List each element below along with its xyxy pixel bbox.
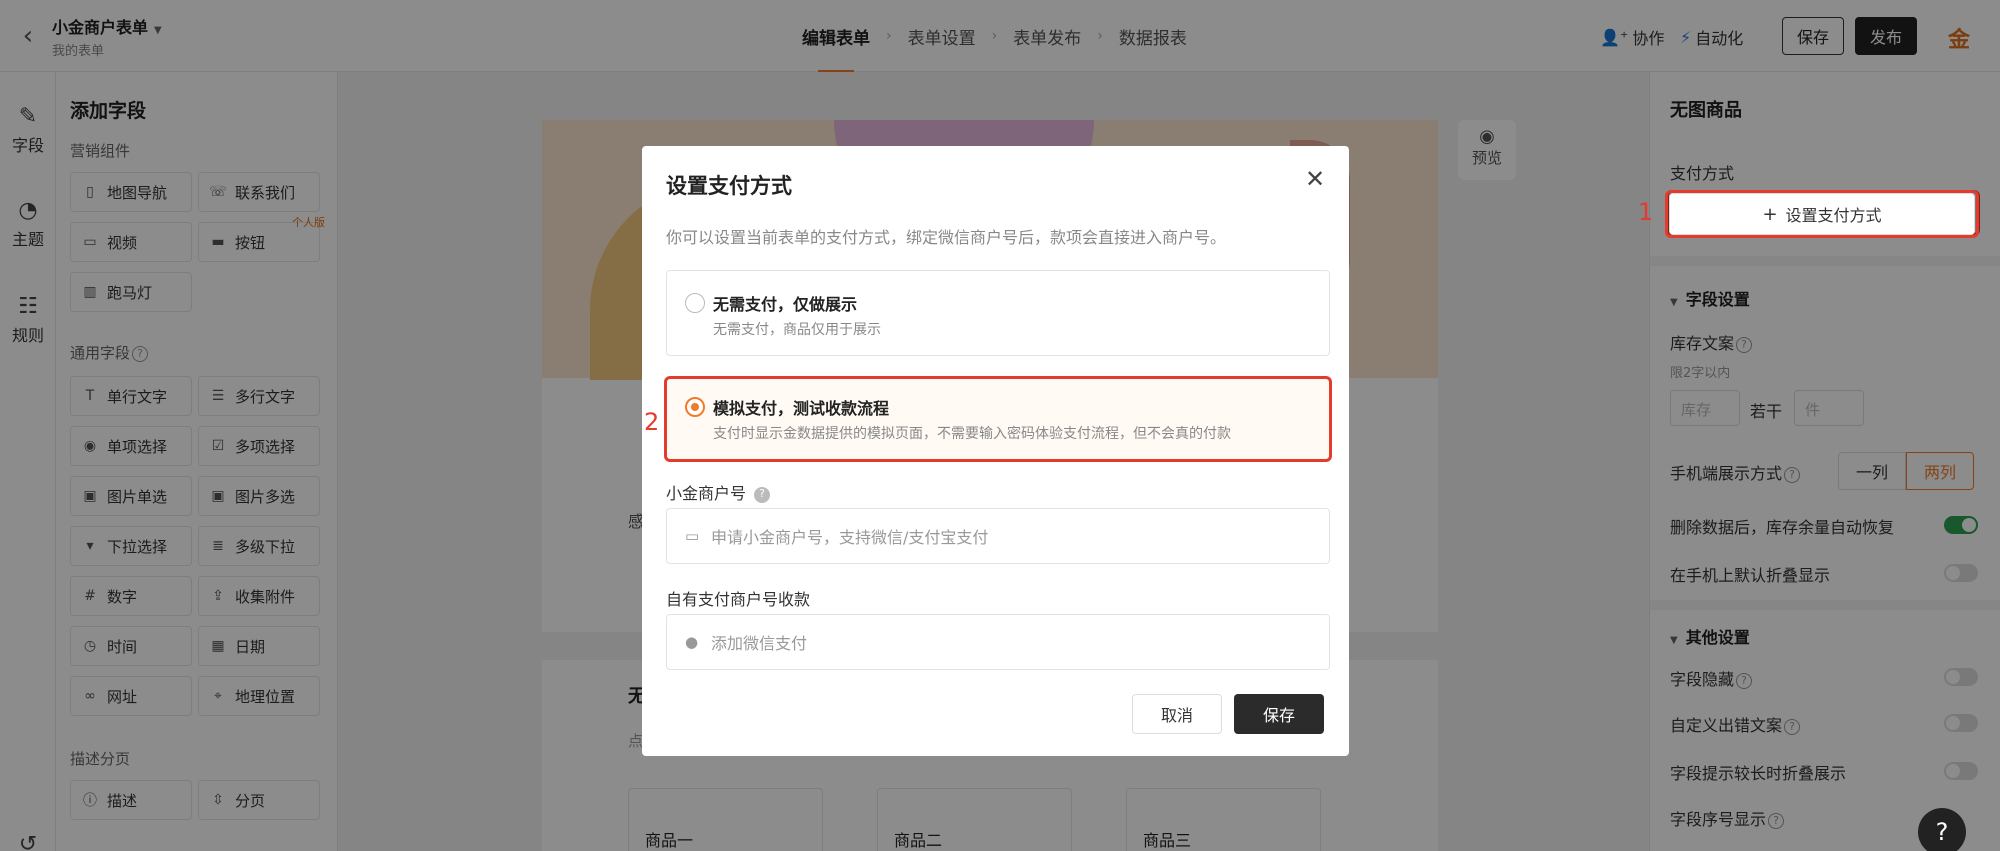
dialog-description: 你可以设置当前表单的支付方式，绑定微信商户号后，款项会直接进入商户号。 [666, 228, 1227, 247]
help-button[interactable]: ? [1918, 808, 1966, 851]
annotation-1: 1 [1638, 198, 1654, 226]
option-desc: 无需支付，商品仅用于展示 [713, 322, 881, 338]
wechat-icon: ● [685, 633, 699, 651]
help-icon[interactable]: ? [754, 486, 771, 503]
own-merchant-label: 自有支付商户号收款 [666, 590, 811, 609]
option-no-payment[interactable]: 无需支付，仅做展示 无需支付，商品仅用于展示 [666, 270, 1330, 356]
save-button[interactable]: 保存 [1234, 694, 1324, 734]
payment-method-dialog: 设置支付方式 ✕ 你可以设置当前表单的支付方式，绑定微信商户号后，款项会直接进入… [642, 146, 1349, 756]
dialog-title: 设置支付方式 [666, 174, 792, 198]
highlight-box-2 [664, 376, 1332, 462]
radio-unchecked[interactable] [685, 293, 705, 313]
annotation-2: 2 [644, 408, 660, 436]
cancel-button[interactable]: 取消 [1132, 694, 1222, 734]
option-title: 无需支付，仅做展示 [713, 295, 858, 314]
card-icon: ▭ [685, 527, 700, 545]
merchant-input[interactable]: ▭ 申请小金商户号，支持微信/支付宝支付 [666, 508, 1330, 564]
highlight-box-1 [1665, 190, 1979, 238]
merchant-label: 小金商户号? [666, 480, 771, 504]
close-icon[interactable]: ✕ [1302, 166, 1328, 192]
add-wechat-pay-input[interactable]: ● 添加微信支付 [666, 614, 1330, 670]
